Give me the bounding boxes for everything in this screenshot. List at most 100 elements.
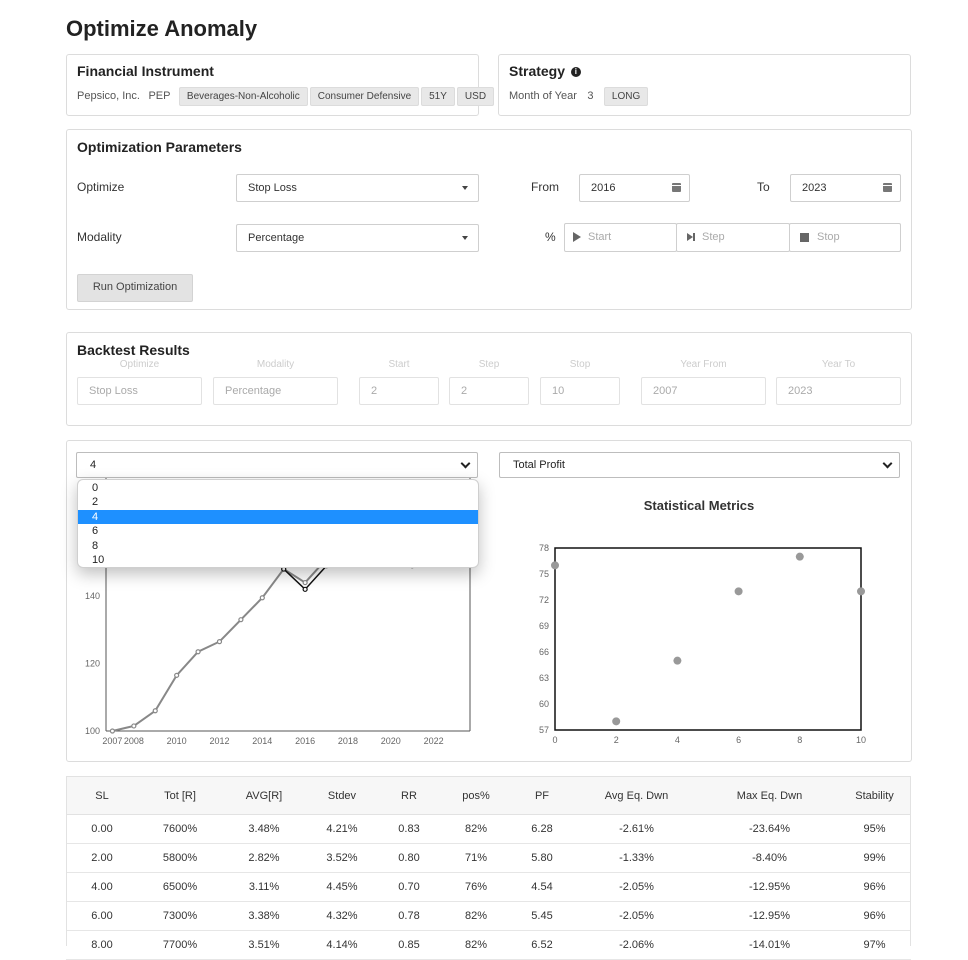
table-cell: 2.00	[66, 843, 138, 873]
dropdown-option-selected[interactable]: 4	[78, 509, 478, 525]
header-stability[interactable]: Stability	[838, 776, 911, 815]
result-year-from-field: 2007	[641, 377, 766, 405]
table-cell: 76%	[440, 872, 512, 902]
financial-instrument-card: Financial Instrument Pepsico, Inc. PEP B…	[66, 54, 495, 116]
table-cell: 96%	[838, 872, 911, 902]
plot-frame	[554, 547, 862, 731]
dropdown-option[interactable]: 2	[78, 495, 478, 509]
table-row[interactable]: 2.00 5800% 2.82% 3.52% 0.80 71% 5.80 -1.33% -8.4…	[66, 843, 911, 873]
header-avg-eq-dwn[interactable]: Avg Eq. Dwn	[572, 776, 701, 815]
from-year-value: 2016	[591, 182, 616, 194]
history-badge: 51Y	[421, 87, 455, 106]
strategy-title-text: Strategy	[509, 63, 566, 79]
table-cell: 6.00	[66, 901, 138, 931]
dropdown-option[interactable]: 8	[78, 539, 478, 553]
y-tick-label: 100	[85, 726, 100, 736]
stop-placeholder: Stop	[817, 231, 840, 243]
table-cell: 95%	[838, 814, 911, 844]
dropdown-option[interactable]: 6	[78, 524, 478, 538]
step-placeholder: Step	[702, 231, 725, 243]
calendar-icon[interactable]	[672, 183, 681, 192]
start-input[interactable]: Start	[564, 223, 677, 252]
table-cell: 3.11%	[222, 872, 306, 902]
percent-label: %	[545, 230, 556, 244]
series-point	[259, 595, 265, 601]
header-sl[interactable]: SL	[66, 776, 138, 815]
run-optimization-button[interactable]: Run Optimization	[77, 274, 193, 302]
table-cell: 82%	[440, 901, 512, 931]
header-stdev[interactable]: Stdev	[306, 776, 378, 815]
strategy-card: Strategy i Month of Year 3 LONG	[498, 54, 911, 116]
result-year-from-label: Year From	[680, 359, 727, 370]
chevron-down-icon	[460, 458, 471, 469]
dropdown-option[interactable]: 10	[78, 553, 478, 567]
step-input[interactable]: Step	[676, 223, 790, 252]
strategy-value: 3	[587, 90, 594, 102]
table-cell: 0.85	[378, 930, 440, 960]
table-cell: 6.28	[512, 814, 572, 844]
stop-input[interactable]: Stop	[789, 223, 901, 252]
result-stop-label: Stop	[569, 359, 591, 370]
financial-instrument-title: Financial Instrument	[77, 63, 214, 79]
industry-badge: Beverages-Non-Alcoholic	[178, 87, 308, 106]
y-tick-label: 140	[85, 591, 100, 601]
series-point	[152, 708, 158, 714]
table-cell: 5800%	[138, 843, 222, 873]
header-avg-r[interactable]: AVG[R]	[222, 776, 306, 815]
header-max-eq-dwn[interactable]: Max Eq. Dwn	[701, 776, 838, 815]
page-title: Optimize Anomaly	[66, 16, 258, 41]
backtest-results-card: Backtest Results Optimize Stop Loss Moda…	[66, 332, 912, 426]
to-year-input[interactable]: 2023	[790, 174, 901, 202]
result-step-label: Step	[478, 359, 500, 370]
header-pf[interactable]: PF	[512, 776, 572, 815]
table-cell: 3.38%	[222, 901, 306, 931]
table-cell: -8.40%	[701, 843, 838, 873]
table-row[interactable]: 4.00 6500% 3.11% 4.45% 0.70 76% 4.54 -2.05% -12.…	[66, 872, 911, 902]
header-tot-r[interactable]: Tot [R]	[138, 776, 222, 815]
caret-down-icon	[462, 186, 468, 190]
table-cell: -2.61%	[572, 814, 701, 844]
table-cell: 0.78	[378, 901, 440, 931]
modality-select[interactable]: Percentage	[236, 224, 479, 252]
optimize-select[interactable]: Stop Loss	[236, 174, 479, 202]
table-cell: 4.14%	[306, 930, 378, 960]
y-tick-label: 120	[85, 659, 100, 669]
to-label: To	[757, 180, 770, 194]
header-rr[interactable]: RR	[378, 776, 440, 815]
instrument-ticker: PEP	[148, 90, 171, 102]
statistical-metrics-scatter-chart: Statistical Metrics 57 60 63 66 69 72 75 78 0 2 4 6 8…	[539, 498, 866, 745]
series-point	[238, 617, 244, 623]
table-row[interactable]: 8.00 7700% 3.51% 4.14% 0.85 82% 6.52 -2.06% -14.…	[66, 930, 911, 960]
from-year-input[interactable]: 2016	[579, 174, 690, 202]
x-tick-label: 2012	[209, 736, 229, 746]
stop-loss-value-select[interactable]: 4	[76, 452, 478, 478]
series-point	[302, 579, 308, 586]
direction-badge: LONG	[603, 87, 649, 106]
table-cell: -2.05%	[572, 901, 701, 931]
chart-title: Statistical Metrics	[644, 498, 755, 513]
table-cell: 4.54	[512, 872, 572, 902]
info-icon[interactable]: i	[570, 67, 581, 78]
table-cell: 5.80	[512, 843, 572, 873]
dropdown-option[interactable]: 0	[78, 481, 478, 495]
result-year-to-label: Year To	[821, 359, 856, 370]
header-pos-pct[interactable]: pos%	[440, 776, 512, 815]
x-tick-label: 2022	[424, 736, 444, 746]
table-cell: 99%	[838, 843, 911, 873]
series-point	[109, 728, 116, 734]
table-body: 0.00 7600% 3.48% 4.21% 0.83 82% 6.28 -2.61% -23.…	[66, 814, 911, 960]
modality-select-value: Percentage	[248, 232, 305, 244]
table-cell: 7300%	[138, 901, 222, 931]
instrument-name: Pepsico, Inc.	[77, 90, 140, 102]
scatter-point	[795, 552, 804, 561]
table-row[interactable]: 6.00 7300% 3.38% 4.32% 0.78 82% 5.45 -2.05% -12.…	[66, 901, 911, 931]
x-tick-label: 2008	[124, 736, 144, 746]
table-cell: 4.21%	[306, 814, 378, 844]
x-tick-label: 0	[552, 735, 557, 745]
strategy-info: Month of Year 3 LONG	[509, 86, 649, 106]
calendar-icon[interactable]	[883, 183, 892, 192]
y-tick-label: 57	[539, 725, 549, 735]
table-row[interactable]: 0.00 7600% 3.48% 4.21% 0.83 82% 6.28 -2.61% -23.…	[66, 814, 911, 844]
metric-select[interactable]: Total Profit	[499, 452, 900, 478]
table-cell: -12.95%	[701, 872, 838, 902]
